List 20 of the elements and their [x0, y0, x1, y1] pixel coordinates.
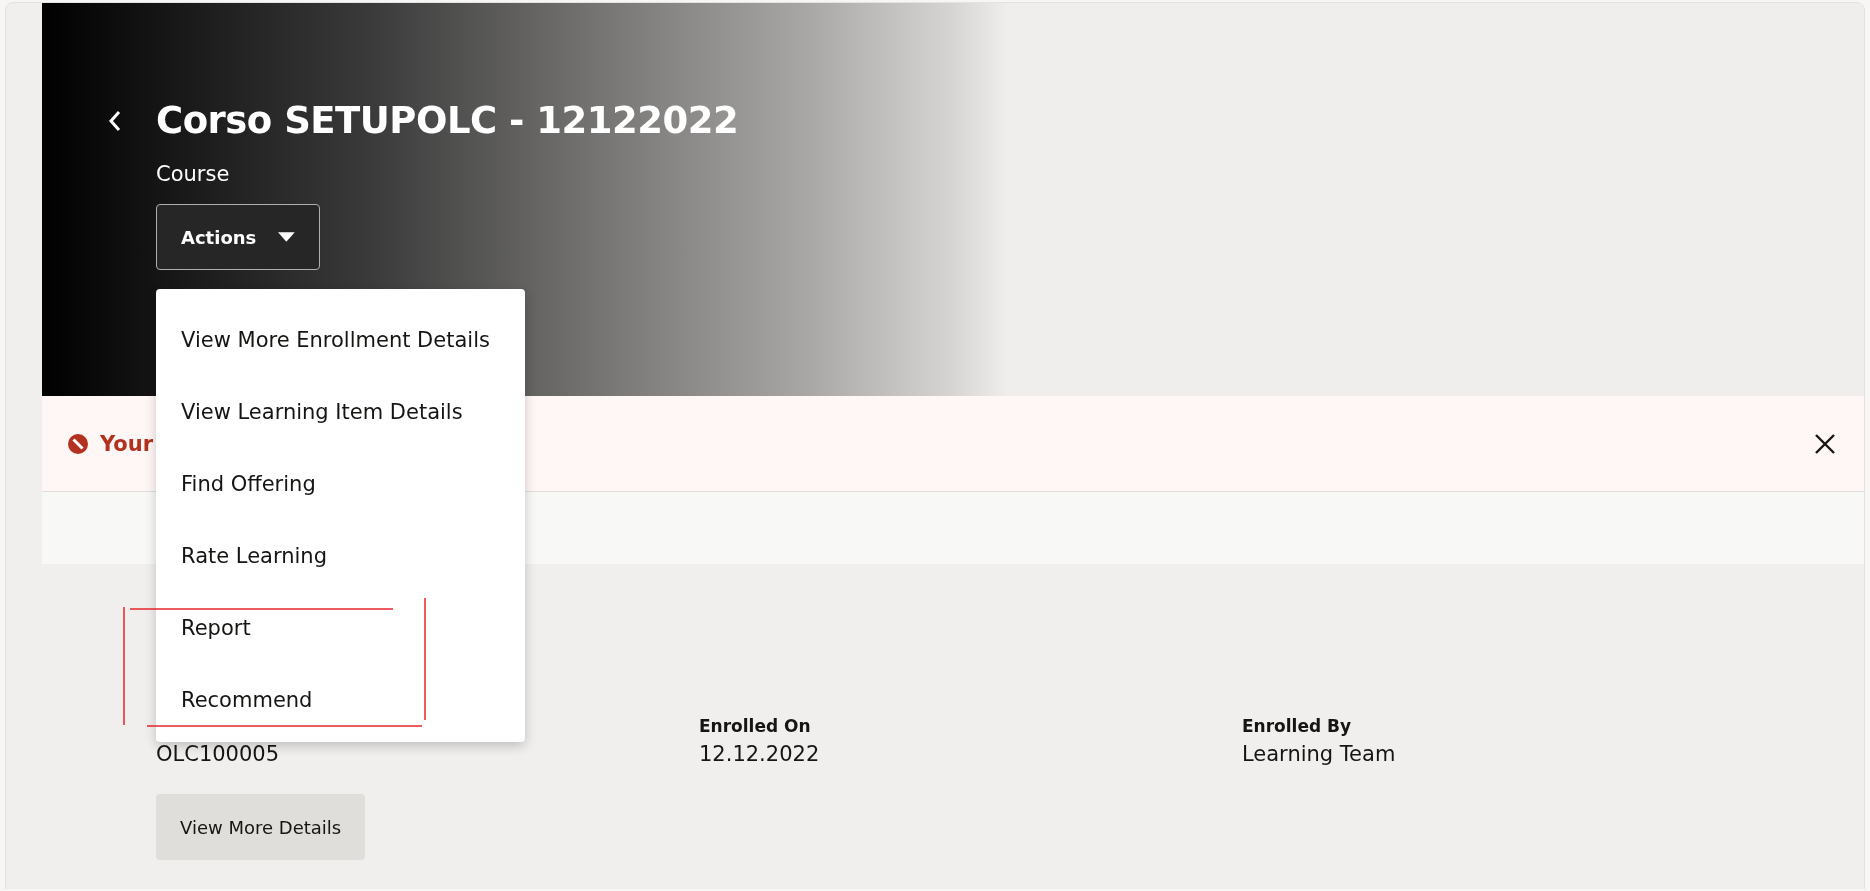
- page-subtitle: Course: [156, 162, 231, 186]
- menu-item[interactable]: View More Enrollment Details: [156, 304, 525, 376]
- field-label: Enrolled On: [699, 716, 812, 738]
- error-message: Your: [100, 431, 153, 456]
- actions-button[interactable]: Actions: [156, 204, 320, 270]
- menu-item[interactable]: Find Offering: [156, 448, 525, 520]
- error-icon: [68, 433, 88, 454]
- page-title: Corso SETUPOLC - 12122022: [156, 99, 739, 142]
- caret-icon: [278, 232, 295, 242]
- field-label: Enrolled By: [1242, 716, 1353, 738]
- field-value: Learning Team: [1242, 742, 1397, 766]
- close-icon[interactable]: [1814, 432, 1836, 455]
- field-value: OLC100005: [156, 742, 281, 766]
- menu-item[interactable]: Report: [156, 592, 525, 664]
- field-value: 12.12.2022: [699, 742, 821, 766]
- view-details-button[interactable]: View More Details: [156, 794, 366, 860]
- menu-item[interactable]: Recommend: [156, 664, 525, 736]
- back-icon[interactable]: [108, 109, 122, 132]
- menu-item[interactable]: Rate Learning: [156, 520, 525, 592]
- menu-item[interactable]: View Learning Item Details: [156, 376, 525, 448]
